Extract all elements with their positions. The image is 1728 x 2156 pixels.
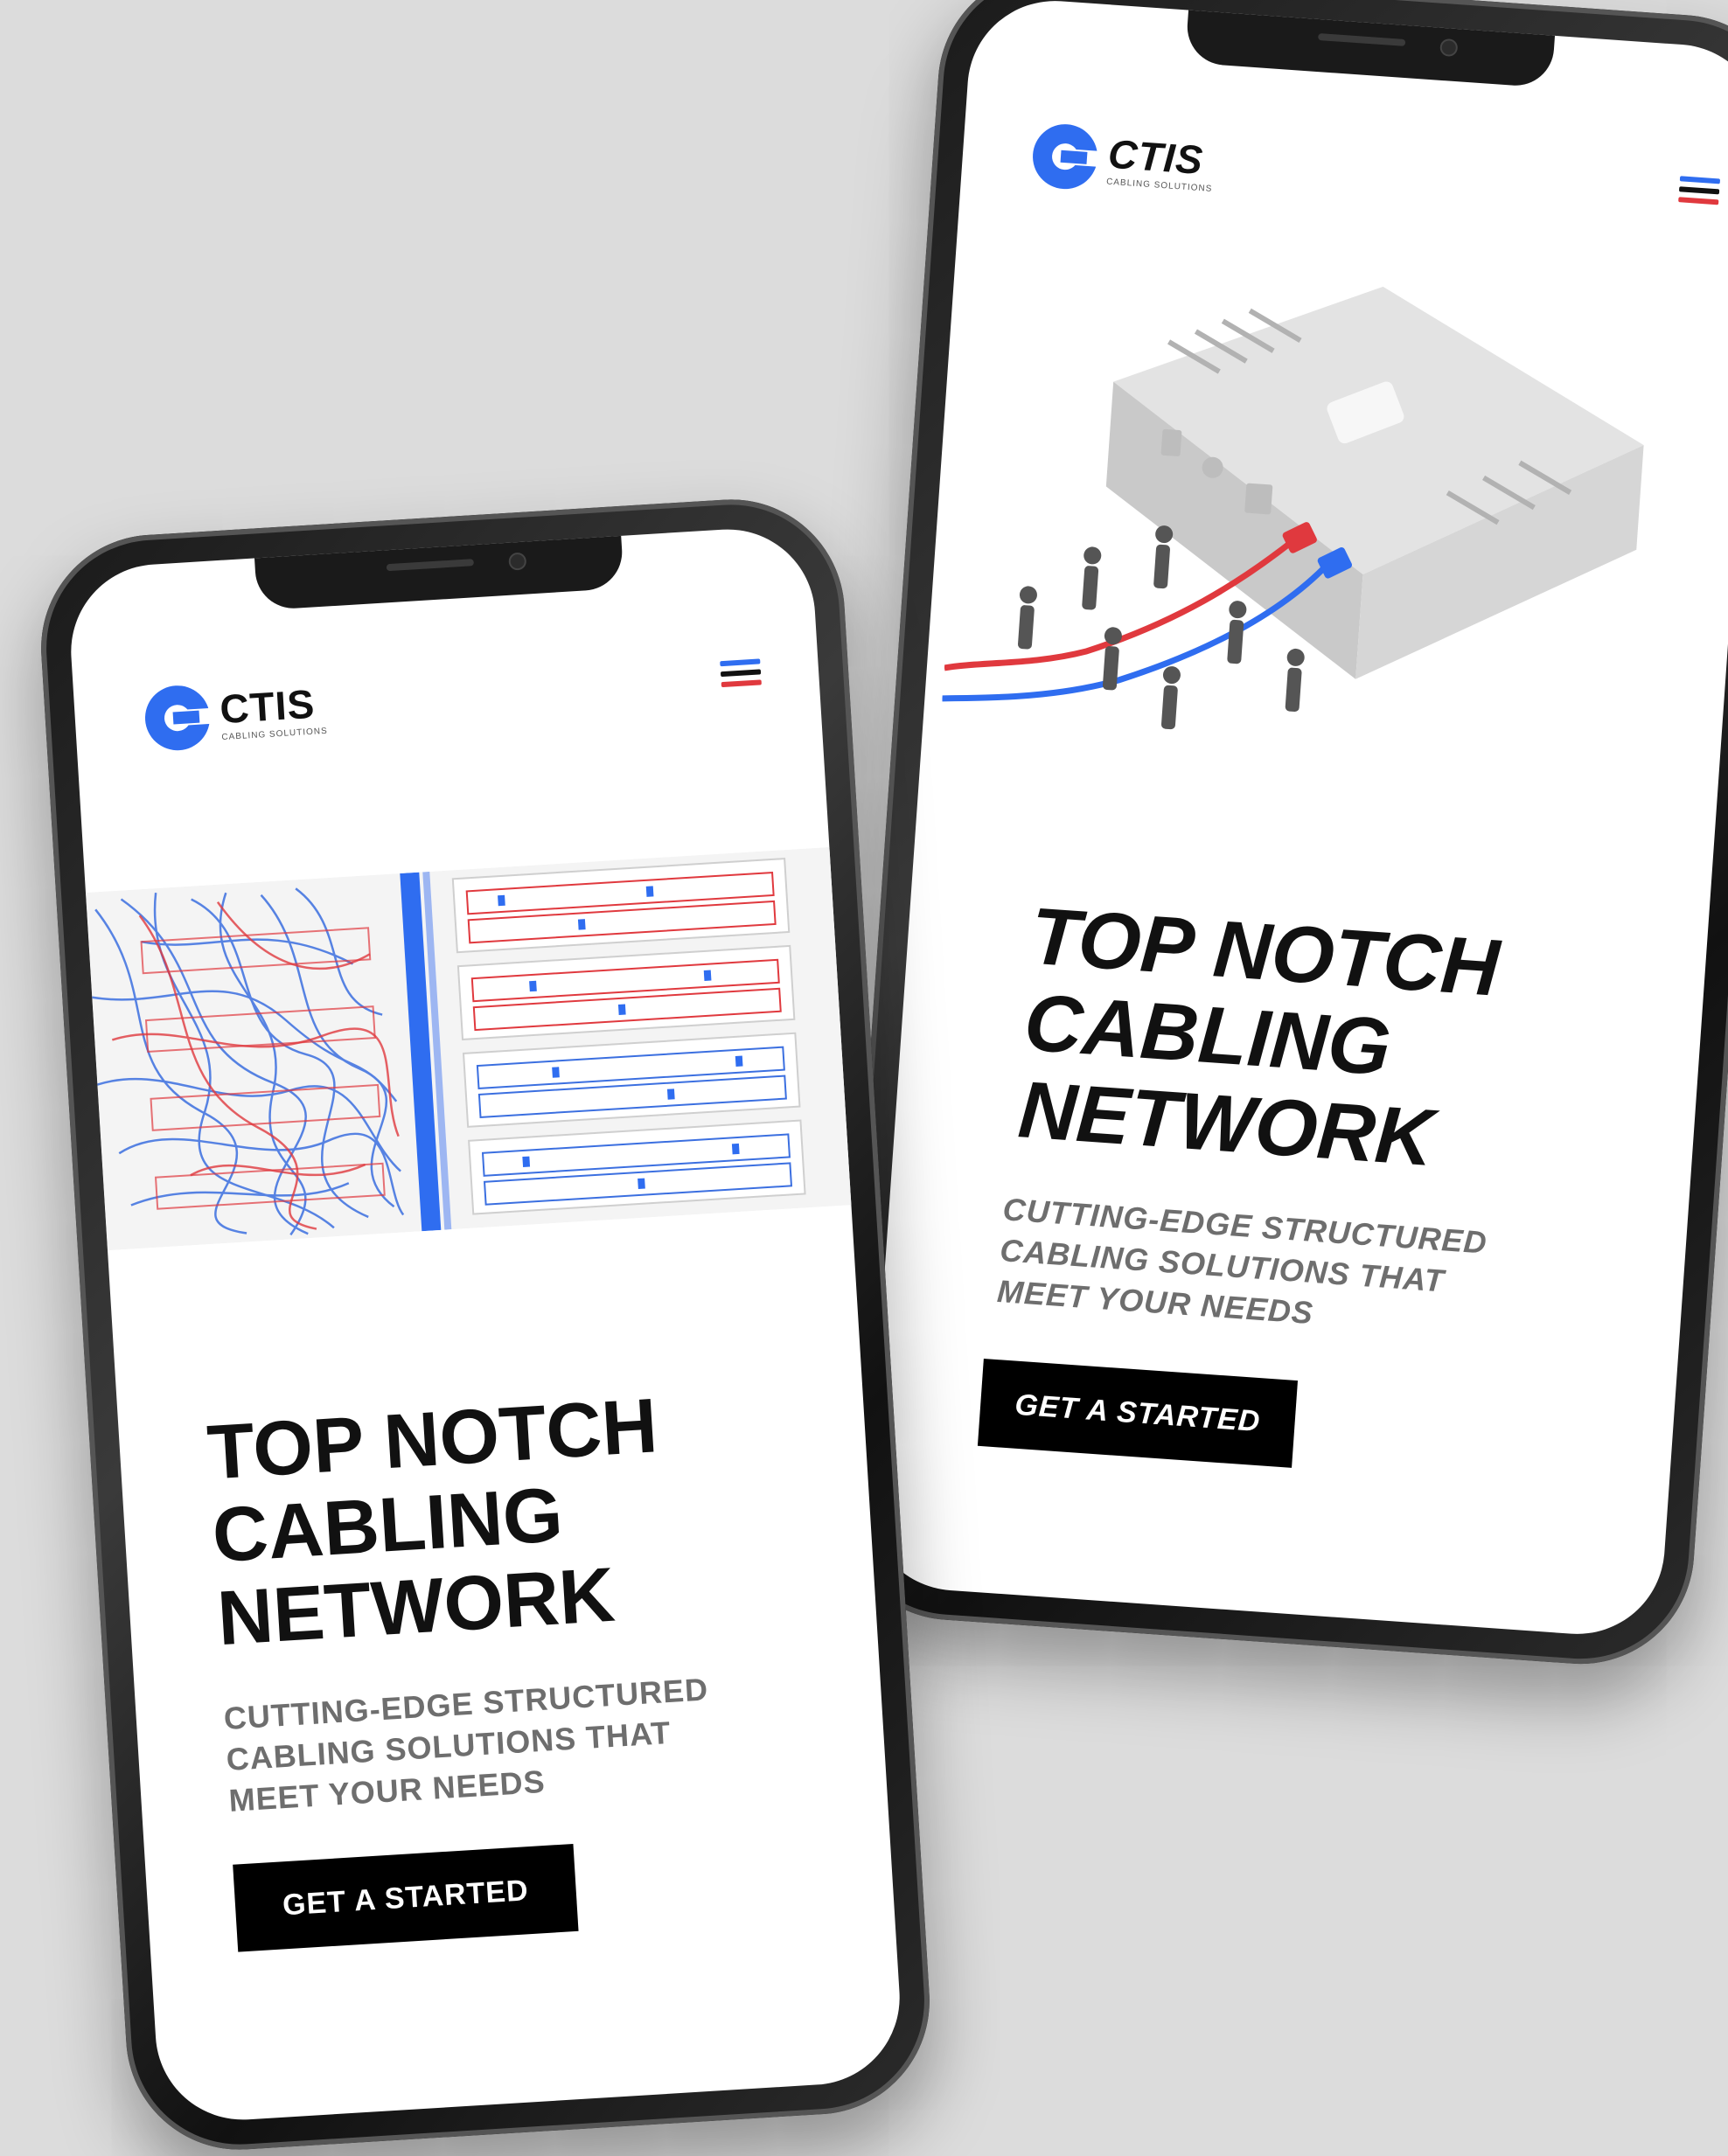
router-illustration: [942, 286, 1644, 730]
ctis-logo[interactable]: CTIS CABLING SOLUTIONS: [143, 677, 329, 753]
phone-notch: [254, 533, 624, 611]
hero-subtitle: CUTTING-EDGE STRUCTURED CABLING SOLUTION…: [222, 1671, 710, 1819]
hamburger-menu-icon[interactable]: [720, 658, 762, 691]
ctis-logo-icon: [1030, 122, 1102, 191]
patch-panel-illustration: [85, 846, 859, 1251]
get-started-button[interactable]: GET A STARTED: [977, 1358, 1299, 1468]
phone-screen-right: CTIS CABLING SOLUTIONS TOP NOTCH CABLING…: [862, 0, 1728, 1640]
phone-screen-left: CTIS CABLING SOLUTIONS TOP NOTCH CABLING…: [66, 524, 905, 2125]
ctis-logo[interactable]: CTIS CABLING SOLUTIONS: [1030, 122, 1216, 199]
brand-name: CTIS: [1106, 130, 1205, 183]
phone-notch: [1184, 8, 1556, 88]
get-started-button[interactable]: GET A STARTED: [233, 1843, 579, 1952]
hero-subtitle: CUTTING-EDGE STRUCTURED CABLING SOLUTION…: [995, 1191, 1488, 1331]
hero-title: TOP NOTCH CABLING NETWORK: [205, 1381, 660, 1662]
phone-mockup-left: CTIS CABLING SOLUTIONS TOP NOTCH CABLING…: [34, 492, 937, 2156]
ctis-logo-icon: [143, 684, 214, 753]
hamburger-menu-icon[interactable]: [1678, 176, 1721, 208]
brand-name: CTIS: [218, 680, 317, 732]
phone-mockup-right: CTIS CABLING SOLUTIONS TOP NOTCH CABLING…: [831, 0, 1728, 1672]
hero-title: TOP NOTCH CABLING NETWORK: [1015, 891, 1502, 1183]
